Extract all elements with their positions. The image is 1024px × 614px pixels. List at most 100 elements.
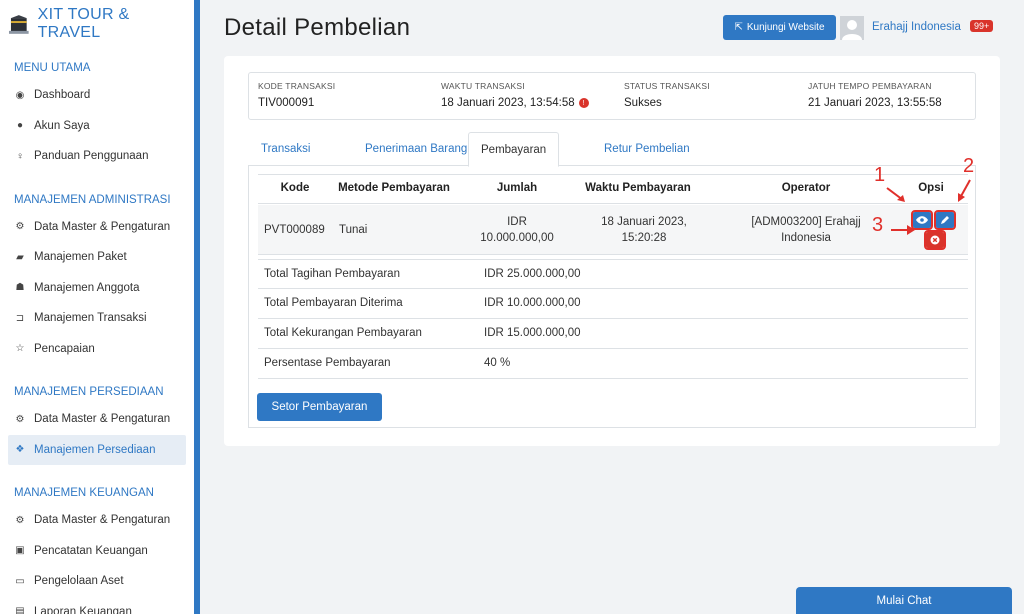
edit-payment-button[interactable] [934,210,956,230]
money-icon: ▣ [15,545,25,557]
nav-section-title: MANAJEMEN ADMINISTRASI [14,193,171,206]
sidebar-item-dashboard[interactable]: ◉ Dashboard [0,80,194,111]
sidebar-item-label: Manajemen Persediaan [34,443,156,456]
jumlah-amount: 10.000.000,00 [480,232,554,244]
summary-value: 40 % [484,357,511,369]
pencil-icon [941,216,949,224]
kaaba-logo-icon [8,15,29,34]
sidebar-item-manajemen-anggota[interactable]: ☗ Manajemen Anggota [0,273,194,304]
tab-penerimaan-barang[interactable]: Penerimaan Barang [353,132,479,166]
sidebar-item-laporan-keuangan[interactable]: ▤ Laporan Keuangan [0,597,194,614]
column-header: Kode [280,182,310,194]
notification-badge[interactable]: 99+ [970,20,994,32]
eye-icon [916,216,928,224]
summary-row-diterima: Total Pembayaran Diterima IDR 10.000.000… [258,289,968,319]
star-icon: ☆ [15,343,25,355]
cell-kode: PVT000089 [264,224,325,236]
table-row: PVT000089 Tunai IDR 10.000.000,00 18 Jan… [258,205,968,255]
tab-retur-pembelian[interactable]: Retur Pembelian [592,132,702,166]
sidebar-item-label: Manajemen Anggota [34,281,140,294]
transaction-info-box: KODE TRANSAKSI TIV000091 WAKTU TRANSAKSI… [248,72,976,120]
brand[interactable]: XIT TOUR & TRAVEL [0,0,194,48]
cell-jumlah: IDR 10.000.000,00 [472,214,562,246]
info-value: Sukses [624,97,710,109]
detail-card: KODE TRANSAKSI TIV000091 WAKTU TRANSAKSI… [224,56,1000,446]
cogs-icon: ⚙ [15,514,25,526]
cell-metode: Tunai [339,224,368,236]
sidebar-item-label: Pengelolaan Aset [34,575,124,588]
sidebar-item-data-master-persediaan[interactable]: ⚙ Data Master & Pengaturan [0,404,194,435]
summary-value: IDR 15.000.000,00 [484,327,581,339]
cell-waktu: 18 Januari 2023, 15:20:28 [576,214,712,246]
waktu-time: 15:20:28 [621,232,667,244]
sidebar-item-manajemen-transaksi[interactable]: ⊐ Manajemen Transaksi [0,303,194,334]
page-title: Detail Pembelian [224,14,411,41]
brand-name: XIT TOUR & TRAVEL [37,6,130,41]
summary-row-persentase: Persentase Pembayaran 40 % [258,349,968,379]
nav-section-title: MENU UTAMA [14,62,91,74]
info-label: KODE TRANSAKSI [258,81,336,91]
sidebar-item-akun-saya[interactable]: ● Akun Saya [0,111,194,142]
info-label: JATUH TEMPO PEMBAYARAN [808,81,932,91]
user-icon: ● [16,120,24,132]
sidebar-item-manajemen-paket[interactable]: ▰ Manajemen Paket [0,242,194,273]
column-header: Metode Pembayaran [338,182,450,194]
summary-label: Persentase Pembayaran [264,357,391,369]
start-chat-button[interactable]: Mulai Chat [796,587,1012,614]
cart-icon: ⊐ [15,312,25,324]
sidebar-item-data-master-keuangan[interactable]: ⚙ Data Master & Pengaturan [0,505,194,536]
report-icon: ▤ [15,606,25,614]
visit-website-button[interactable]: ⇱ Kunjungi Website [723,15,836,40]
operator-id: [ADM003200] Erahajj [751,216,861,228]
sidebar-item-pencatatan-keuangan[interactable]: ▣ Pencatatan Keuangan [0,536,194,567]
info-value: TIV000091 [258,97,335,109]
sidebar-item-label: Manajemen Transaksi [34,312,147,325]
jatuh-tempo-value: 21 Januari 2023, 13:55:58 [808,97,942,109]
sidebar-item-pencapaian[interactable]: ☆ Pencapaian [0,334,194,365]
tab-transaksi[interactable]: Transaksi [249,132,322,166]
info-jatuh-tempo: JATUH TEMPO PEMBAYARAN 21 Januari 2023, … [808,81,942,109]
annotation-arrow-1-icon [886,187,905,202]
sidebar-item-panduan[interactable]: ♀ Panduan Penggunaan [0,141,194,172]
delete-payment-button[interactable] [924,230,946,250]
sidebar-item-label: Data Master & Pengaturan [34,413,171,426]
summary-label: Total Tagihan Pembayaran [264,268,400,280]
annotation-label-1: 1 [874,164,886,186]
info-label: STATUS TRANSAKSI [624,81,710,91]
sidebar-item-data-master-admin[interactable]: ⚙ Data Master & Pengaturan [0,212,194,243]
sidebar-item-label: Dashboard [34,89,91,102]
column-header: Waktu Pembayaran [585,182,691,194]
setor-pembayaran-button[interactable]: Setor Pembayaran [257,393,382,421]
summary-row-kekurangan: Total Kekurangan Pembayaran IDR 15.000.0… [258,319,968,349]
cogs-icon: ⚙ [15,221,25,233]
summary-row-tagihan: Total Tagihan Pembayaran IDR 25.000.000,… [258,259,968,289]
cell-operator: [ADM003200] Erahajj Indonesia [736,214,876,246]
tab-pembayaran[interactable]: Pembayaran [468,132,560,167]
book-icon: ▰ [16,251,24,263]
cubes-icon: ❖ [15,444,25,456]
sidebar-item-label: Data Master & Pengaturan [34,220,171,233]
tab-bar: Transaksi Penerimaan Barang Pembayaran R… [248,132,976,167]
visit-website-label: Kunjungi Website [746,22,825,33]
annotation-arrow-3-icon [891,225,915,235]
table-header: Kode Metode Pembayaran Jumlah Waktu Pemb… [258,174,968,204]
sidebar-item-label: Pencatatan Keuangan [34,544,148,557]
info-label: WAKTU TRANSAKSI [441,81,525,91]
user-name-link[interactable]: Erahajj Indonesia [872,21,961,33]
cogs-icon: ⚙ [15,413,25,425]
tab-pane-pembayaran: Kode Metode Pembayaran Jumlah Waktu Pemb… [248,155,976,428]
users-icon: ☗ [15,282,25,294]
column-header: Operator [781,182,831,194]
sidebar-item-pengelolaan-aset[interactable]: ▭ Pengelolaan Aset [0,566,194,597]
annotation-label-3: 3 [872,214,884,236]
column-header: Opsi [918,182,944,194]
info-waktu: WAKTU TRANSAKSI 18 Januari 2023, 13:54:5… [441,81,589,109]
summary-label: Total Pembayaran Diterima [264,297,403,309]
sidebar-item-label: Panduan Penggunaan [34,150,149,163]
sidebar-item-label: Laporan Keuangan [34,605,132,614]
close-circle-icon [930,235,940,245]
nav-section-title: MANAJEMEN KEUANGAN [14,487,154,499]
sidebar-item-manajemen-persediaan[interactable]: ❖ Manajemen Persediaan [8,434,186,465]
external-link-icon: ⇱ [734,22,743,33]
avatar[interactable] [840,16,864,40]
